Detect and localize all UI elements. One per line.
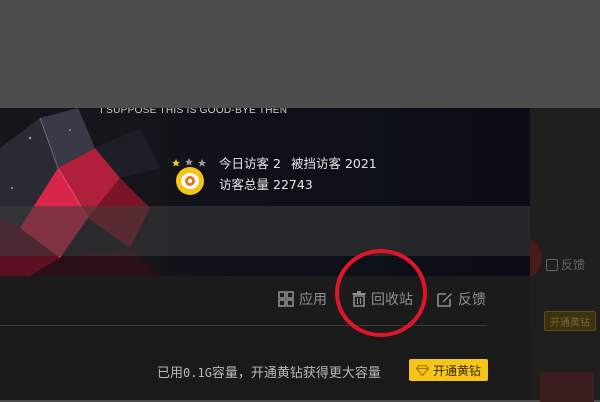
qzone-panel: I SUPPOSE THIS IS GOOD-BYE THEN 今日访客 2 被…: [0, 108, 530, 400]
star-icon-2: [185, 158, 193, 166]
background-feedback-label: 反馈: [561, 258, 586, 272]
today-visitors-label: 今日访客: [219, 156, 270, 171]
visitor-stats: 今日访客 2 被挡访客 2021 访客总量 22743: [171, 144, 471, 200]
edit-icon: [437, 293, 452, 307]
trash-icon: [352, 291, 366, 307]
background-edit-icon: [546, 258, 558, 271]
apps-label: 应用: [299, 292, 327, 308]
total-visitors-label: 访客总量: [219, 177, 270, 192]
star-icon-1: [172, 159, 180, 167]
feedback-label: 反馈: [458, 292, 486, 308]
background-upgrade-badge: 开通黄钻: [544, 311, 596, 331]
recycle-bin-label: 回收站: [371, 292, 413, 308]
apps-grid-icon: [278, 291, 294, 307]
toolbar: 应用 回收站 反馈: [0, 276, 530, 328]
toolbar-divider: [0, 325, 487, 326]
total-visitors-value: 22743: [273, 177, 313, 192]
visitor-line-2: 访客总量 22743: [219, 174, 313, 193]
blocked-visitors-label: 被挡访客: [290, 156, 341, 171]
upgrade-yellow-diamond-button[interactable]: 开通黄钻: [409, 359, 489, 381]
storage-used-suffix: 容量，开通黄钻获得更大容量: [211, 366, 381, 381]
feedback-button[interactable]: 反馈: [437, 289, 486, 309]
blocked-visitors-value: 2021: [344, 156, 377, 171]
background-thumbnail: [540, 372, 594, 402]
diamond-icon: [416, 364, 429, 376]
upgrade-label: 开通黄钻: [433, 363, 482, 378]
storage-info: 已用0.1G容量，开通黄钻获得更大容量 开通黄钻: [0, 328, 530, 400]
star-icon-3: [198, 159, 206, 167]
visitor-line-1: 今日访客 2 被挡访客 2021: [219, 153, 377, 172]
apps-button[interactable]: 应用: [278, 289, 327, 309]
top-gray-bar: [0, 0, 600, 108]
banner-tagline: I SUPPOSE THIS IS GOOD-BYE THEN: [100, 108, 288, 116]
banner-overlay: [0, 206, 530, 256]
background-feedback-link: 反馈: [546, 256, 585, 273]
today-visitors-value: 2: [273, 156, 281, 171]
storage-message: 已用0.1G容量，开通黄钻获得更大容量: [157, 362, 381, 381]
storage-used-prefix: 已用: [157, 366, 184, 381]
storage-used-value: 0.1G: [183, 366, 212, 380]
cover-banner: I SUPPOSE THIS IS GOOD-BYE THEN 今日访客 2 被…: [0, 108, 530, 276]
recycle-bin-button[interactable]: 回收站: [352, 289, 413, 309]
background-window-strip: 反馈 开通黄钻: [520, 108, 600, 402]
eye-avatar-icon[interactable]: [171, 158, 209, 196]
